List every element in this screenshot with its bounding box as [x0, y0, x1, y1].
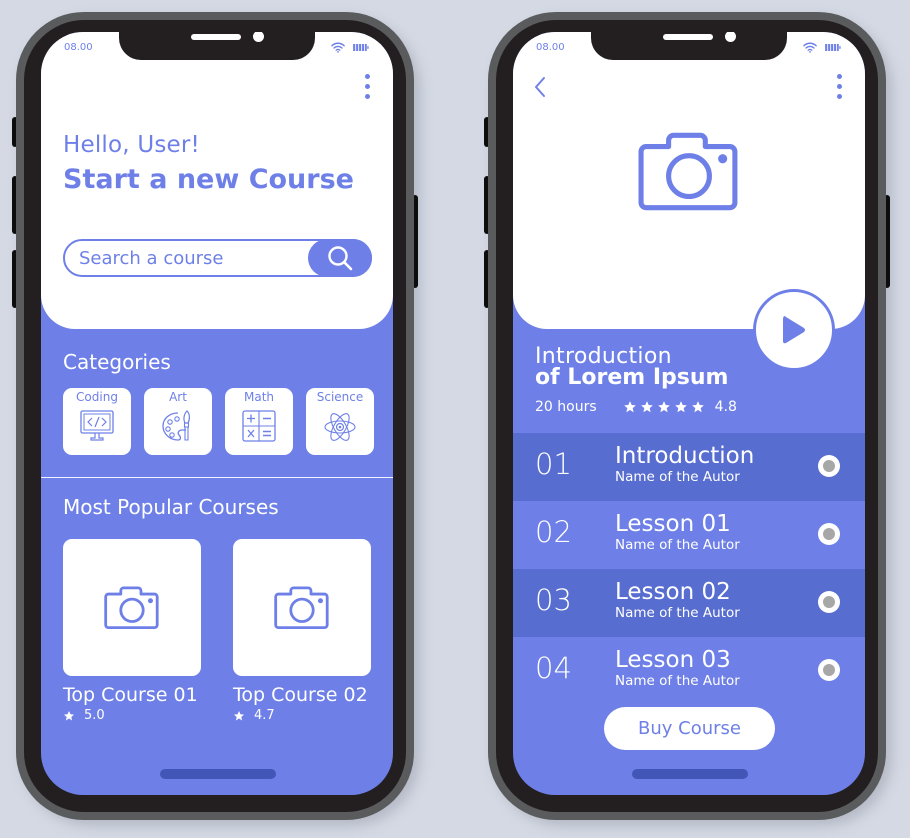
- front-camera: [253, 32, 264, 42]
- course-card[interactable]: Top Course 01 5.0: [63, 539, 201, 723]
- lesson-author: Name of the Autor: [615, 469, 740, 485]
- star-icon: [657, 400, 671, 414]
- category-science[interactable]: Science: [306, 388, 374, 455]
- lesson-radio[interactable]: [818, 455, 840, 477]
- course-card[interactable]: Top Course 02 4.7: [233, 539, 371, 723]
- category-coding[interactable]: Coding: [63, 388, 131, 455]
- lesson-author: Name of the Autor: [615, 537, 740, 553]
- status-time: 08.00: [64, 42, 93, 53]
- category-label: Math: [243, 390, 275, 404]
- atom-icon: [324, 413, 356, 441]
- course-thumbnail[interactable]: [63, 539, 201, 676]
- lesson-row[interactable]: 01 Introduction Name of the Autor: [513, 433, 865, 501]
- palette-brush-icon: [162, 410, 190, 441]
- lesson-radio[interactable]: [818, 659, 840, 681]
- course-duration: 20 hours: [535, 399, 597, 415]
- category-label: Art: [169, 390, 187, 404]
- star-icon: [233, 710, 245, 722]
- lesson-number: 03: [535, 583, 572, 617]
- lesson-title: Lesson 02: [615, 579, 731, 605]
- code-monitor-icon: [80, 410, 114, 441]
- search-input[interactable]: [79, 241, 299, 275]
- notch: [591, 32, 787, 60]
- search-button[interactable]: [308, 239, 372, 277]
- home-indicator[interactable]: [632, 769, 748, 779]
- kebab-menu-icon[interactable]: [365, 74, 371, 99]
- home-indicator[interactable]: [160, 769, 276, 779]
- course-title: Top Course 02: [233, 684, 368, 706]
- wifi-icon: [331, 42, 345, 53]
- status-icons: [803, 42, 841, 53]
- lesson-author: Name of the Autor: [615, 673, 740, 689]
- search-bar: [63, 239, 372, 277]
- notch: [119, 32, 315, 60]
- course-rating: 5.0: [63, 708, 201, 723]
- star-icon: [640, 400, 654, 414]
- page-title: Start a new Course: [63, 164, 354, 195]
- category-label: Coding: [76, 390, 118, 404]
- speaker: [191, 34, 241, 40]
- category-art[interactable]: Art: [144, 388, 212, 455]
- lesson-radio[interactable]: [818, 591, 840, 613]
- camera-icon: [638, 130, 740, 212]
- lesson-row[interactable]: 04 Lesson 03 Name of the Autor: [513, 637, 865, 705]
- front-camera: [725, 32, 736, 42]
- course-title: Top Course 01: [63, 684, 198, 706]
- play-icon: [783, 316, 805, 344]
- course-thumbnail[interactable]: [233, 539, 371, 676]
- status-time: 08.00: [536, 42, 565, 53]
- course-title-line2: of Lorem Ipsum: [535, 365, 729, 390]
- category-list: Coding Art Math Science: [63, 388, 374, 455]
- section-divider: [41, 477, 393, 478]
- lesson-row[interactable]: 02 Lesson 01 Name of the Autor: [513, 501, 865, 569]
- lesson-row[interactable]: 03 Lesson 02 Name of the Autor: [513, 569, 865, 637]
- lesson-number: 04: [535, 651, 572, 685]
- lesson-radio[interactable]: [818, 523, 840, 545]
- search-icon: [328, 246, 353, 271]
- wifi-icon: [803, 42, 817, 53]
- battery-icon: [353, 44, 369, 51]
- star-rating: [623, 400, 705, 414]
- popular-course-list: Top Course 01 5.0 Top Course 02 4.7: [63, 539, 371, 723]
- course-detail-screen: 08.00 Introduction of Lorem Ipsum 20 hou…: [513, 32, 865, 795]
- battery-icon: [825, 44, 841, 51]
- phone-detail: 08.00 Introduction of Lorem Ipsum 20 hou…: [484, 12, 892, 826]
- rating-value: 4.8: [714, 399, 737, 415]
- greeting: Hello, User!: [63, 132, 200, 158]
- star-icon: [691, 400, 705, 414]
- lesson-author: Name of the Autor: [615, 605, 740, 621]
- chevron-left-icon: [535, 77, 545, 97]
- lesson-title: Lesson 01: [615, 511, 731, 537]
- lesson-number: 01: [535, 447, 572, 481]
- play-button[interactable]: [753, 289, 835, 371]
- category-math[interactable]: Math: [225, 388, 293, 455]
- buy-course-button[interactable]: Buy Course: [604, 707, 775, 750]
- star-icon: [623, 400, 637, 414]
- course-hero: [513, 32, 865, 329]
- course-rating: 4.7: [233, 708, 371, 723]
- lesson-number: 02: [535, 515, 572, 549]
- star-icon: [674, 400, 688, 414]
- star-icon: [63, 710, 75, 722]
- rating-value: 4.7: [254, 708, 275, 723]
- kebab-menu-icon[interactable]: [837, 74, 843, 99]
- status-icons: [331, 42, 369, 53]
- home-screen: 08.00 Hello, User! Start a new Course Ca…: [41, 32, 393, 795]
- course-meta: 20 hours 4.8: [535, 399, 737, 415]
- categories-title: Categories: [63, 350, 171, 374]
- camera-icon: [274, 585, 330, 630]
- phone-home: 08.00 Hello, User! Start a new Course Ca…: [12, 12, 420, 826]
- calculator-operators-icon: [242, 410, 276, 442]
- lesson-title: Lesson 03: [615, 647, 731, 673]
- popular-courses-title: Most Popular Courses: [63, 495, 279, 519]
- speaker: [663, 34, 713, 40]
- camera-icon: [104, 585, 160, 630]
- lesson-title: Introduction: [615, 443, 755, 469]
- rating-value: 5.0: [84, 708, 105, 723]
- lesson-list: 01 Introduction Name of the Autor 02 Les…: [513, 433, 865, 705]
- category-label: Science: [316, 390, 364, 404]
- back-button[interactable]: [533, 76, 547, 102]
